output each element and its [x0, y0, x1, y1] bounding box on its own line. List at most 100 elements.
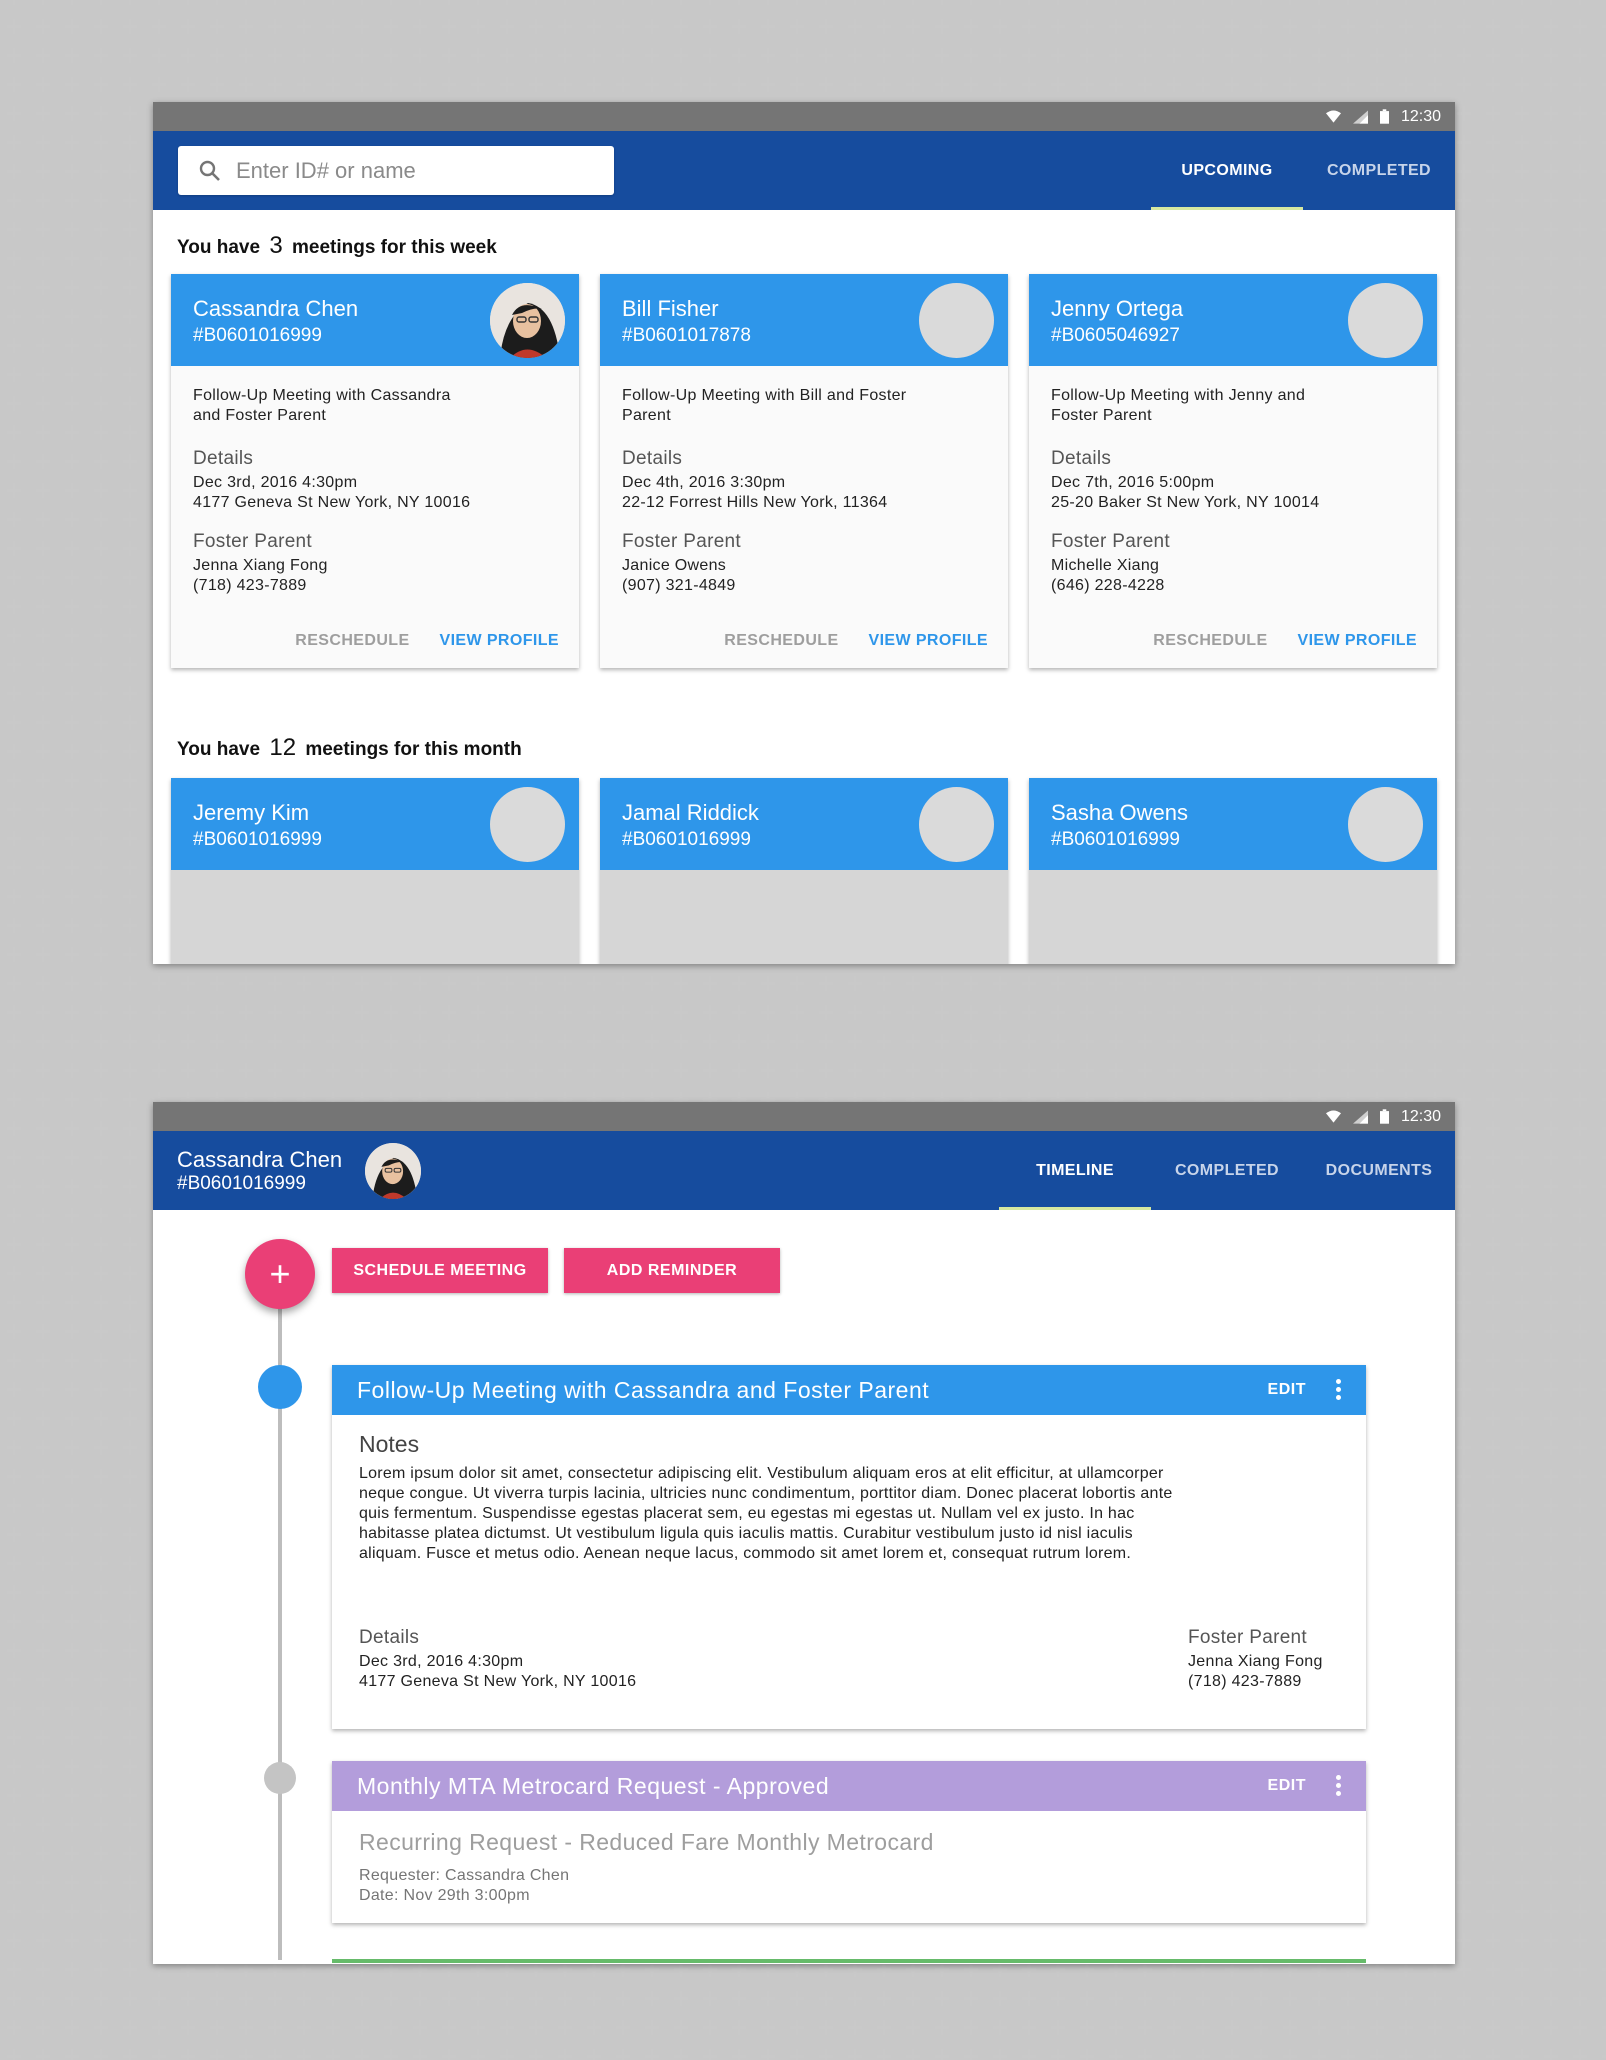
meeting-card-collapsed[interactable]: Jeremy Kim #B0601016999: [171, 778, 579, 964]
avatar-photo: [490, 283, 565, 358]
details-label: Details: [1051, 448, 1112, 469]
week-summary-prefix: You have: [177, 237, 261, 258]
month-summary: You have 12 meetings for this month: [177, 734, 522, 762]
notes-label: Notes: [359, 1431, 420, 1457]
card-actions: RESCHEDULE VIEW PROFILE: [1153, 632, 1417, 650]
timeline-request-card[interactable]: Monthly MTA Metrocard Request - Approved…: [332, 1761, 1366, 1923]
profile-tabs: TIMELINE COMPLETED DOCUMENTS: [999, 1131, 1455, 1210]
foster-parent-label: Foster Parent: [1051, 531, 1171, 552]
avatar-photo: [365, 1143, 421, 1199]
avatar-placeholder: [1348, 787, 1423, 862]
foster-parent-phone: (718) 423-7889: [193, 577, 307, 594]
edit-button[interactable]: EDIT: [1268, 1777, 1306, 1795]
view-profile-button[interactable]: VIEW PROFILE: [440, 632, 559, 650]
wifi-icon: [1325, 1109, 1341, 1123]
meeting-card-collapsed[interactable]: Jamal Riddick #B0601016999: [600, 778, 1008, 964]
meeting-datetime: Dec 3rd, 2016 4:30pm: [193, 474, 358, 491]
status-time: 12:30: [1400, 1107, 1441, 1125]
month-summary-suffix: meetings for this month: [305, 739, 522, 760]
tab-documents[interactable]: DOCUMENTS: [1303, 1131, 1455, 1210]
more-vert-icon[interactable]: [1336, 1379, 1342, 1401]
meeting-title: Follow-Up Meeting with Bill and Foster Pa…: [622, 387, 907, 424]
foster-parent-label: Foster Parent: [622, 531, 742, 552]
week-summary-suffix: meetings for this week: [291, 237, 497, 258]
plus-icon: +: [269, 1253, 291, 1294]
reschedule-button[interactable]: RESCHEDULE: [724, 632, 838, 650]
meeting-details: Details Dec 3rd, 2016 4:30pm 4177 Geneva…: [359, 1627, 636, 1692]
timeline-card-title: Monthly MTA Metrocard Request - Approved: [357, 1772, 830, 1799]
foster-parent-name: Michelle Xiang: [1051, 557, 1160, 574]
timeline-dot-request: [264, 1762, 296, 1794]
card-body: Follow-Up Meeting with Jenny and Foster P…: [1029, 366, 1437, 596]
app-bar: Cassandra Chen #B0601016999 TIMELINE COM…: [153, 1131, 1455, 1210]
requester: Requester: Cassandra Chen: [359, 1867, 570, 1884]
meeting-card-collapsed[interactable]: Sasha Owens #B0601016999: [1029, 778, 1437, 964]
meeting-card[interactable]: Jenny Ortega #B0605046927 Follow-Up Meet…: [1029, 274, 1437, 668]
status-bar: 12:30: [153, 1102, 1455, 1131]
foster-parent-phone: (907) 321-4849: [622, 577, 736, 594]
meetings-screen: 12:30 UPCOMING COMPLETED You have 3 meet…: [153, 102, 1455, 964]
app-bar: UPCOMING COMPLETED: [153, 131, 1455, 210]
timeline-card-body: Recurring Request - Reduced Fare Monthly…: [332, 1811, 1366, 1906]
card-actions: RESCHEDULE VIEW PROFILE: [295, 632, 559, 650]
details-label: Details: [193, 448, 254, 469]
schedule-meeting-button[interactable]: SCHEDULE MEETING: [332, 1248, 548, 1293]
avatar-placeholder: [919, 283, 994, 358]
request-subtitle: Recurring Request - Reduced Fare Monthly…: [359, 1829, 934, 1855]
foster-parent-phone: (718) 423-7889: [1188, 1673, 1302, 1690]
card-header: Bill Fisher #B0601017878: [600, 274, 1008, 366]
meeting-card[interactable]: Cassandra Chen #B0601016999 Follow-Up Me…: [171, 274, 579, 668]
month-meeting-count: 12: [269, 734, 297, 761]
foster-parent-label: Foster Parent: [193, 531, 313, 552]
avatar-placeholder: [490, 787, 565, 862]
view-profile-button[interactable]: VIEW PROFILE: [1298, 632, 1417, 650]
tab-timeline[interactable]: TIMELINE: [999, 1131, 1151, 1210]
search-box[interactable]: [178, 146, 614, 195]
foster-parent-name: Janice Owens: [622, 557, 727, 574]
timeline-next-card-edge: [332, 1959, 1366, 1963]
foster-parent-phone: (646) 228-4228: [1051, 577, 1165, 594]
foster-parent-label: Foster Parent: [1188, 1627, 1308, 1648]
week-meeting-count: 3: [269, 232, 283, 259]
tab-upcoming[interactable]: UPCOMING: [1151, 131, 1303, 210]
battery-icon: [1379, 1109, 1389, 1124]
avatar: [490, 283, 565, 358]
meeting-card[interactable]: Bill Fisher #B0601017878 Follow-Up Meeti…: [600, 274, 1008, 668]
timeline-card-header: Follow-Up Meeting with Cassandra and Fos…: [332, 1365, 1366, 1415]
meeting-datetime: Dec 4th, 2016 3:30pm: [622, 474, 786, 491]
tab-completed[interactable]: COMPLETED: [1151, 1131, 1303, 1210]
status-bar: 12:30: [153, 102, 1455, 131]
view-profile-button[interactable]: VIEW PROFILE: [869, 632, 988, 650]
card-header: Jamal Riddick #B0601016999: [600, 778, 1008, 870]
week-summary: You have 3 meetings for this week: [177, 232, 497, 260]
more-vert-icon[interactable]: [1336, 1775, 1342, 1797]
timeline-dot-meeting: [258, 1365, 302, 1409]
profile-name: Cassandra Chen: [177, 1147, 343, 1172]
meeting-datetime: Dec 3rd, 2016 4:30pm: [359, 1653, 524, 1670]
card-actions: RESCHEDULE VIEW PROFILE: [724, 632, 988, 650]
foster-parent-name: Jenna Xiang Fong: [193, 557, 328, 574]
reschedule-button[interactable]: RESCHEDULE: [1153, 632, 1267, 650]
wifi-icon: [1325, 109, 1341, 123]
month-summary-prefix: You have: [177, 739, 261, 760]
add-fab-button[interactable]: +: [245, 1239, 315, 1309]
signal-icon: [1352, 109, 1368, 124]
meeting-address: 25-20 Baker St New York, NY 10014: [1051, 494, 1320, 511]
timeline-meeting-card[interactable]: Follow-Up Meeting with Cassandra and Fos…: [332, 1365, 1366, 1729]
meeting-address: 22-12 Forrest Hills New York, 11364: [622, 494, 888, 511]
avatar-placeholder: [919, 787, 994, 862]
search-input[interactable]: [236, 157, 576, 184]
meeting-title: Follow-Up Meeting with Cassandra and Fost…: [193, 387, 451, 424]
status-time: 12:30: [1400, 107, 1441, 125]
tab-completed[interactable]: COMPLETED: [1303, 131, 1455, 210]
meeting-datetime: Dec 7th, 2016 5:00pm: [1051, 474, 1215, 491]
reschedule-button[interactable]: RESCHEDULE: [295, 632, 409, 650]
search-icon: [199, 160, 220, 181]
meeting-title: Follow-Up Meeting with Jenny and Foster P…: [1051, 387, 1306, 424]
add-reminder-button[interactable]: ADD REMINDER: [564, 1248, 780, 1293]
signal-icon: [1352, 1109, 1368, 1124]
battery-icon: [1379, 109, 1389, 124]
card-body: Follow-Up Meeting with Cassandra and Fost…: [171, 366, 579, 596]
card-header: Jenny Ortega #B0605046927: [1029, 274, 1437, 366]
edit-button[interactable]: EDIT: [1268, 1381, 1306, 1399]
